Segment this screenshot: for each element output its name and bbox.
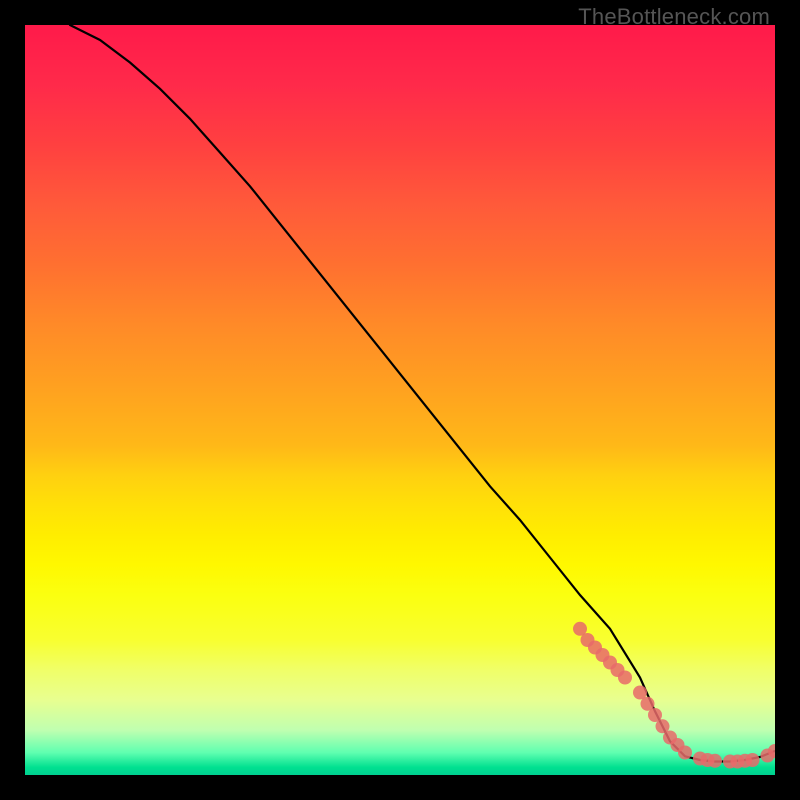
chart-plot-area — [25, 25, 775, 775]
watermark-text: TheBottleneck.com — [578, 4, 770, 30]
data-marker — [746, 753, 760, 767]
bottleneck-curve — [70, 25, 775, 762]
marker-group — [573, 622, 775, 769]
data-marker — [708, 754, 722, 768]
chart-frame: TheBottleneck.com — [0, 0, 800, 800]
data-marker — [618, 671, 632, 685]
chart-svg — [25, 25, 775, 775]
data-marker — [678, 746, 692, 760]
